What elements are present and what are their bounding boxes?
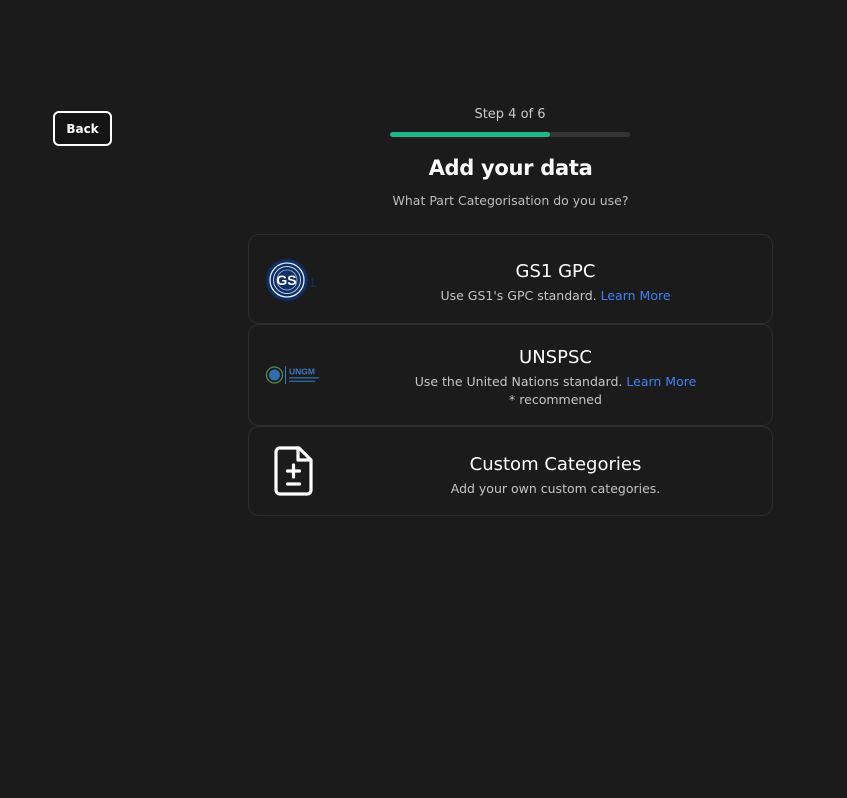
svg-text:UNGM: UNGM bbox=[289, 367, 315, 377]
back-button[interactable]: Back bbox=[53, 111, 112, 146]
option-card-unspsc[interactable]: UNGM UNSPSC Use the United Nations stand… bbox=[248, 324, 773, 426]
recommended-note: * recommened bbox=[509, 392, 602, 407]
option-title: GS1 GPC bbox=[515, 261, 596, 282]
progress-bar-fill bbox=[390, 132, 551, 137]
unspsc-learn-more-link[interactable]: Learn More bbox=[626, 374, 696, 389]
option-card-gs1-gpc[interactable]: GS 1 GS1 GPC Use GS1's GPC standard. Lea… bbox=[248, 234, 773, 324]
page-subtitle: What Part Categorisation do you use? bbox=[392, 193, 629, 208]
option-title: Custom Categories bbox=[469, 454, 642, 475]
svg-text:GS: GS bbox=[276, 272, 296, 288]
gs1-logo-icon: GS 1 bbox=[265, 253, 325, 307]
option-description-text: Use the United Nations standard. bbox=[414, 374, 623, 389]
option-description-text: Use GS1's GPC standard. bbox=[440, 288, 597, 303]
option-description: Add your own custom categories. bbox=[450, 481, 661, 496]
option-title: UNSPSC bbox=[519, 347, 592, 368]
ungm-logo-icon: UNGM bbox=[265, 355, 325, 395]
option-card-body: UNSPSC Use the United Nations standard. … bbox=[339, 347, 772, 408]
option-card-body: Custom Categories Add your own custom ca… bbox=[339, 454, 772, 497]
step-indicator: Step 4 of 6 bbox=[474, 107, 546, 122]
option-description: Use GS1's GPC standard. Learn More bbox=[339, 287, 772, 304]
page-title: Add your data bbox=[428, 156, 593, 180]
gs1-learn-more-link[interactable]: Learn More bbox=[601, 288, 671, 303]
svg-text:1: 1 bbox=[309, 275, 316, 290]
option-card-body: GS1 GPC Use GS1's GPC standard. Learn Mo… bbox=[339, 261, 772, 304]
option-description: Use the United Nations standard. Learn M… bbox=[339, 373, 772, 390]
progress-bar bbox=[390, 132, 630, 137]
file-plus-minus-icon bbox=[271, 443, 331, 499]
option-card-custom-categories[interactable]: Custom Categories Add your own custom ca… bbox=[248, 426, 773, 516]
